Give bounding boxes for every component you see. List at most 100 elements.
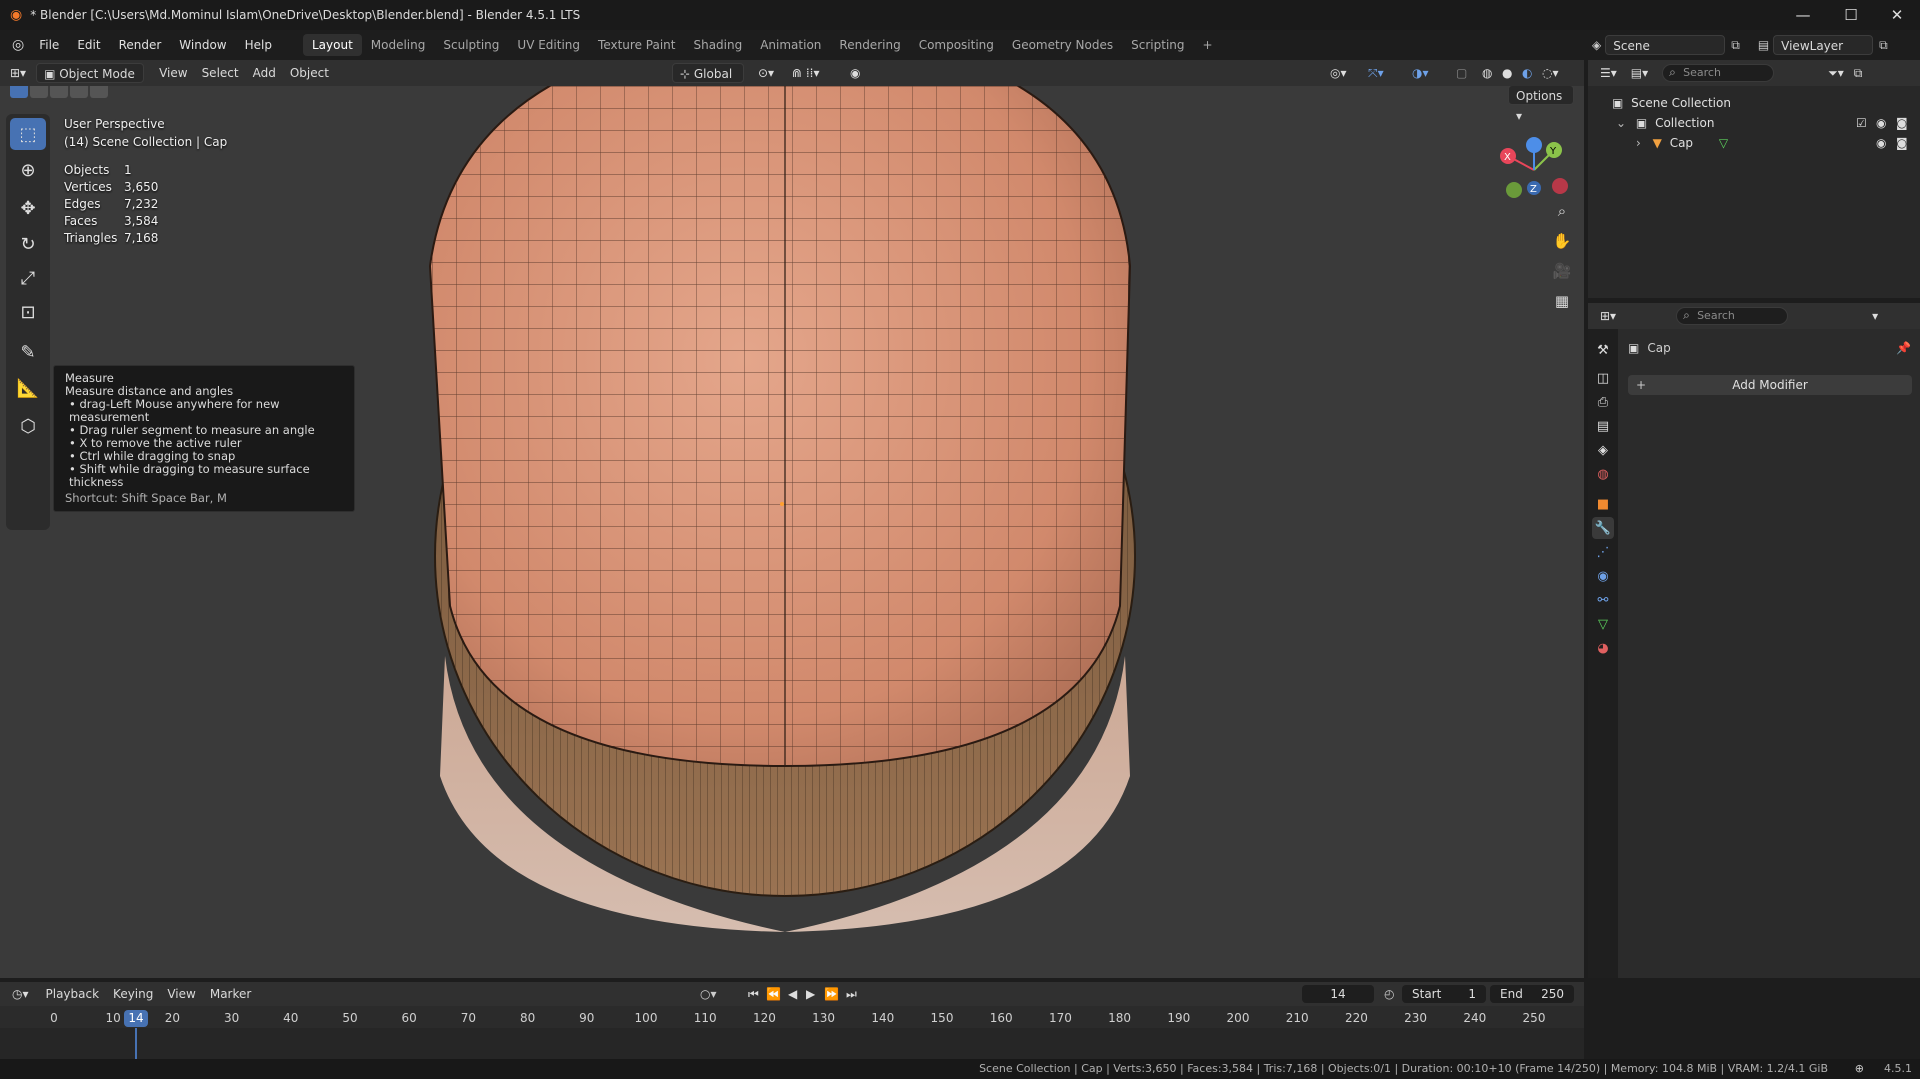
tab-modeling[interactable]: Modeling [362, 34, 435, 56]
new-view-layer-icon[interactable]: ⧉ [1879, 38, 1888, 53]
viewport-menu-add[interactable]: Add [246, 63, 283, 83]
move-tool-icon[interactable]: ✥ [10, 192, 46, 224]
tab-compositing[interactable]: Compositing [910, 34, 1003, 56]
pin-icon[interactable]: 📌 [1896, 341, 1911, 355]
select-invert-icon[interactable] [70, 86, 88, 98]
camera-view-icon[interactable]: 🎥 [1548, 257, 1576, 285]
grid-view-icon[interactable]: ▦ [1548, 287, 1576, 315]
next-keyframe-icon[interactable]: ⏩ [824, 987, 839, 1001]
select-new-icon[interactable] [10, 86, 28, 98]
collection-render-icon[interactable]: ◙ [1896, 113, 1908, 133]
menu-edit[interactable]: Edit [68, 34, 109, 56]
viewport-menu-select[interactable]: Select [195, 63, 246, 83]
pan-hand-icon[interactable]: ✋ [1548, 227, 1576, 255]
scene-selector[interactable]: Scene [1605, 35, 1726, 55]
minimize-button[interactable]: — [1780, 0, 1826, 30]
tab-uv-editing[interactable]: UV Editing [508, 34, 589, 56]
timeline-menu-marker[interactable]: Marker [203, 984, 258, 1004]
play-reverse-icon[interactable]: ◀ [788, 987, 797, 1001]
add-modifier-button[interactable]: + Add Modifier [1628, 375, 1912, 395]
material-tab-icon[interactable]: ◕ [1592, 637, 1614, 659]
filter-icon[interactable]: ⏷▾ [1828, 66, 1844, 81]
expand-cap-icon[interactable]: › [1636, 136, 1641, 150]
play-icon[interactable]: ▶ [806, 987, 815, 1001]
scale-tool-icon[interactable]: ⤢ [10, 262, 46, 294]
world-tab-icon[interactable]: ◍ [1592, 463, 1614, 485]
zoom-icon[interactable]: ⌕ [1548, 197, 1576, 225]
measure-tool-icon[interactable]: 📐 [10, 372, 46, 404]
outliner-row-scene-collection[interactable]: ▣ Scene Collection [1588, 93, 1920, 113]
properties-editor-icon[interactable]: ⊞▾ [1600, 309, 1616, 323]
add-workspace-button[interactable]: + [1194, 34, 1222, 56]
menu-help[interactable]: Help [236, 34, 281, 56]
particles-tab-icon[interactable]: ⋰ [1592, 541, 1614, 563]
tab-sculpting[interactable]: Sculpting [434, 34, 508, 56]
render-tab-icon[interactable]: ◫ [1592, 367, 1614, 389]
wireframe-shading-icon[interactable]: ◍ [1482, 66, 1492, 80]
menu-window[interactable]: Window [170, 34, 235, 56]
timeline-menu-playback[interactable]: Playback [39, 984, 107, 1004]
timeline-editor-icon[interactable]: ◷▾ [12, 987, 29, 1001]
viewport-menu-object[interactable]: Object [283, 63, 336, 83]
outliner-editor-icon[interactable]: ☰▾ [1600, 66, 1617, 80]
outliner-row-cap[interactable]: › ▼ Cap ▽ ◉ ◙ [1588, 133, 1920, 153]
start-frame-field[interactable]: Start 1 [1402, 985, 1486, 1003]
end-frame-field[interactable]: End 250 [1490, 985, 1574, 1003]
editor-type-icon[interactable]: ⊞▾ [10, 66, 26, 80]
tab-geometry-nodes[interactable]: Geometry Nodes [1003, 34, 1122, 56]
cap-render-icon[interactable]: ◙ [1896, 133, 1908, 153]
select-extend-icon[interactable] [30, 86, 48, 98]
jump-start-icon[interactable]: ⏮ [748, 987, 759, 1002]
timer-icon[interactable]: ◴ [1384, 987, 1394, 1001]
annotate-tool-icon[interactable]: ✎ [10, 336, 46, 368]
select-box-tool-icon[interactable]: ⬚ [10, 118, 46, 150]
neg-y-axis-handle[interactable] [1506, 182, 1522, 198]
rendered-shading-icon[interactable]: ◌▾ [1542, 66, 1559, 80]
display-mode-icon[interactable]: ▤▾ [1631, 66, 1648, 80]
menu-render[interactable]: Render [110, 34, 171, 56]
timeline-menu-keying[interactable]: Keying [106, 984, 160, 1004]
overlay-toggle-icon[interactable]: ◑▾ [1412, 66, 1429, 80]
physics-tab-icon[interactable]: ◉ [1592, 565, 1614, 587]
blender-menu-icon[interactable]: ◎ [12, 37, 24, 53]
visibility-icon[interactable]: ◎▾ [1330, 66, 1347, 80]
3d-viewport[interactable]: ⬚ ⊕ ✥ ↻ ⤢ ⊡ ✎ 📐 ⬡ User Perspective (14) … [0, 86, 1584, 978]
data-tab-icon[interactable]: ▽ [1592, 613, 1614, 635]
select-intersect-icon[interactable] [90, 86, 108, 98]
constraints-tab-icon[interactable]: ⚯ [1592, 589, 1614, 611]
tab-layout[interactable]: Layout [302, 34, 362, 56]
maximize-button[interactable]: ☐ [1828, 0, 1874, 30]
current-frame-field[interactable]: 14 [1302, 985, 1374, 1003]
tab-animation[interactable]: Animation [751, 34, 830, 56]
cursor-tool-icon[interactable]: ⊕ [10, 154, 46, 186]
add-cube-tool-icon[interactable]: ⬡ [10, 410, 46, 442]
outliner-row-collection[interactable]: ⌄ ▣ Collection ☑ ◉ ◙ [1588, 113, 1920, 133]
properties-search-input[interactable]: Search [1676, 307, 1789, 325]
tab-shading[interactable]: Shading [684, 34, 751, 56]
tool-tab-icon[interactable]: ⚒ [1592, 339, 1614, 361]
select-subtract-icon[interactable] [50, 86, 68, 98]
proportional-edit-icon[interactable]: ◉ [850, 66, 860, 80]
rotate-tool-icon[interactable]: ↻ [10, 228, 46, 260]
cap-visibility-icon[interactable]: ◉ [1876, 133, 1886, 153]
properties-options-icon[interactable]: ▾ [1872, 309, 1878, 323]
transform-tool-icon[interactable]: ⊡ [10, 296, 46, 328]
close-button[interactable]: ✕ [1874, 0, 1920, 30]
object-tab-icon[interactable]: ■ [1592, 493, 1614, 515]
view-layer-tab-icon[interactable]: ▤ [1592, 415, 1614, 437]
material-shading-icon[interactable]: ◐ [1522, 66, 1532, 80]
playhead-label[interactable]: 14 [124, 1010, 148, 1027]
menu-file[interactable]: File [30, 34, 68, 56]
modifier-tab-icon[interactable]: 🔧 [1592, 517, 1614, 539]
outliner-search-input[interactable]: Search [1662, 64, 1775, 82]
scene-tab-icon[interactable]: ◈ [1592, 439, 1614, 461]
options-button[interactable]: Options ▾ [1508, 86, 1574, 123]
prev-keyframe-icon[interactable]: ⏪ [766, 987, 781, 1001]
xray-icon[interactable]: ▢ [1456, 66, 1467, 80]
timeline-area[interactable]: 0 10 20 30 40 50 60 70 80 90 100 110 120 130 140 150 160… [0, 1006, 1584, 1059]
collection-visibility-icon[interactable]: ◉ [1876, 113, 1886, 133]
transform-orientation-selector[interactable]: ⊹ Global ▾ [672, 63, 744, 101]
z-axis-handle[interactable] [1526, 137, 1542, 153]
new-scene-icon[interactable]: ⧉ [1731, 38, 1740, 53]
neg-x-axis-handle[interactable] [1552, 178, 1568, 194]
